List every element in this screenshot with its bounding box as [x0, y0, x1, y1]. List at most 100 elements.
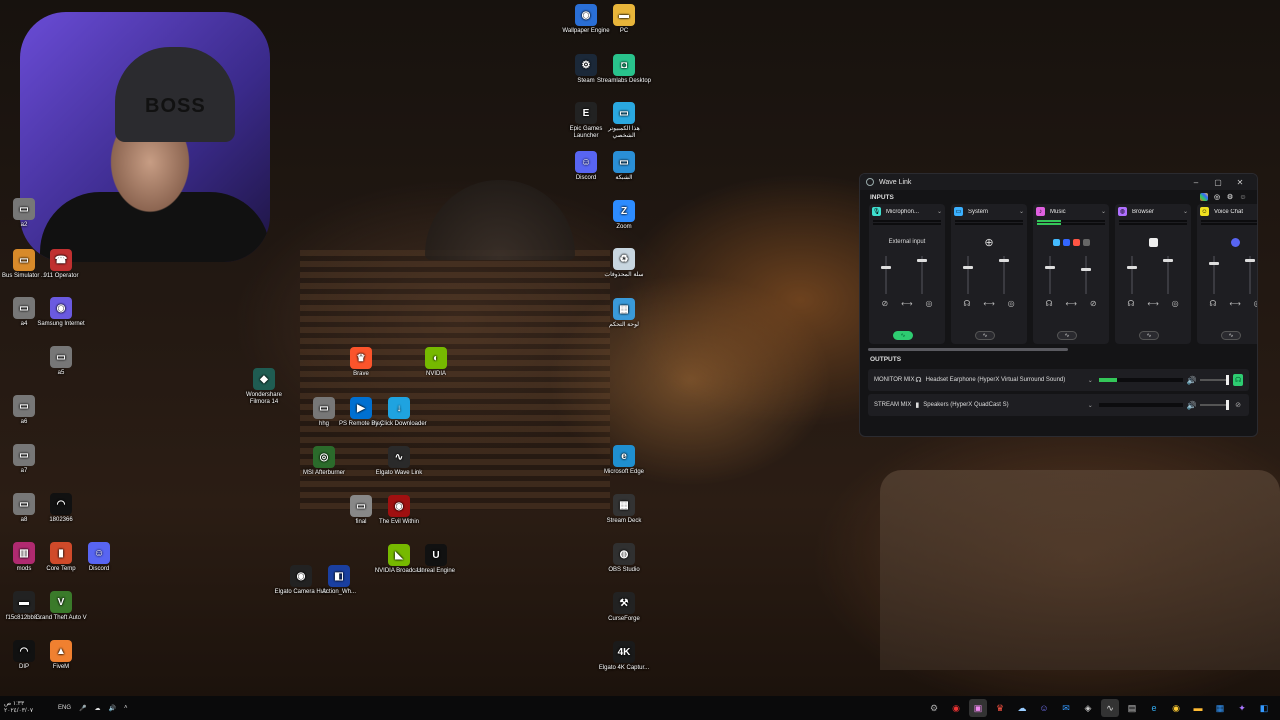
channel-header[interactable]: ☺Voice Chat⌄ [1197, 204, 1257, 219]
volume-icon[interactable]: 🔊 [1187, 376, 1197, 385]
clipchamp-taskbar-icon[interactable]: ◈ [1079, 699, 1097, 717]
link-icon[interactable]: ⟷ [1065, 299, 1076, 308]
channel-header[interactable]: ◍ Browser ⌄ [1115, 204, 1191, 219]
channel-header[interactable]: 🎙 Microphon... ⌄ [869, 204, 945, 219]
link-icon[interactable]: ⟷ [1147, 299, 1158, 308]
desktop-icon[interactable]: ◎ MSI Afterburner [296, 446, 352, 477]
desktop-icon[interactable]: ◠ 1802366 [33, 493, 89, 524]
channels-scrollbar[interactable] [868, 348, 1068, 351]
desktop-icon[interactable]: ▬ PC [596, 4, 652, 35]
stream-fader[interactable] [1245, 256, 1255, 294]
monitor-fader[interactable] [1209, 256, 1219, 294]
desktop-icon[interactable]: ☺ Discord [71, 542, 127, 573]
copilot-taskbar-icon[interactable]: ✦ [1233, 699, 1251, 717]
desktop-icon[interactable]: ◉ Samsung Internet [33, 297, 89, 328]
wave-link-window[interactable]: Wave Link – ▢ ✕ INPUTS ◎ ⚙ ☺ 🎙 Microphon.… [859, 173, 1258, 437]
link-icon[interactable]: ⟷ [983, 299, 994, 308]
gear-icon[interactable]: ⚙ [1226, 193, 1234, 201]
output-device-select[interactable]: ☊ Headset Earphone (HyperX Virtual Surrou… [915, 373, 1092, 387]
monitor-fader[interactable] [963, 256, 973, 294]
channel-header[interactable]: ▭ System ⌄ [951, 204, 1027, 219]
close-icon[interactable]: ✕ [1229, 178, 1251, 187]
output-volume-slider[interactable] [1199, 375, 1230, 385]
headphones-mute-icon[interactable]: ☊ [1045, 299, 1052, 308]
channel-source[interactable] [1037, 230, 1105, 254]
desktop-icon[interactable]: ◆ Wondershare Filmora 14 [236, 368, 292, 406]
stream-fader[interactable] [1163, 256, 1173, 294]
monitor-fader[interactable] [1045, 256, 1055, 294]
desktop-icon[interactable]: ▭ a7 [0, 444, 52, 475]
wave-taskbar-icon[interactable]: ∿ [1101, 699, 1119, 717]
channel-source[interactable]: External input [873, 230, 941, 254]
notepad-taskbar-icon[interactable]: ▤ [1123, 699, 1141, 717]
desktop-icon[interactable]: ▭ هذا الكمبيوتر الشخصي [596, 102, 652, 140]
edge-taskbar-icon[interactable]: e [1145, 699, 1163, 717]
channel-source[interactable] [1119, 230, 1187, 254]
desktop-icon[interactable]: ◧ Action_Wh... [311, 565, 367, 596]
headset-settings-icon[interactable]: ◎ [1213, 193, 1221, 201]
link-icon[interactable]: ⟷ [1229, 299, 1240, 308]
effects-toggle[interactable]: ∿ [1221, 331, 1241, 340]
desktop-icon[interactable]: ▲ FiveM [33, 640, 89, 671]
desktop-icon[interactable]: ▦ Stream Deck [596, 494, 652, 525]
desktop-icon[interactable]: e Microsoft Edge [596, 445, 652, 476]
discord-taskbar-icon[interactable]: ☺ [1035, 699, 1053, 717]
desktop-icon[interactable]: ∿ Elgato Wave Link [371, 446, 427, 477]
account-icon[interactable]: ☺ [1239, 193, 1247, 201]
store-taskbar-icon[interactable]: ▦ [1211, 699, 1229, 717]
chrome-taskbar-icon[interactable]: ◉ [1167, 699, 1185, 717]
maximize-icon[interactable]: ▢ [1207, 178, 1229, 187]
channel-source[interactable]: ⊕ [955, 230, 1023, 254]
headphones-mute-icon[interactable]: ☊ [963, 299, 970, 308]
chevron-down-icon[interactable]: ⌄ [1183, 208, 1188, 215]
broadcast-icon[interactable]: ◎ [926, 299, 933, 308]
stream-fader[interactable] [917, 256, 927, 294]
desktop-icon[interactable]: ◉ The Evil Within [371, 495, 427, 526]
desktop-icon[interactable]: ◘ Streamlabs Desktop [596, 54, 652, 85]
apps-grid-icon[interactable] [1200, 193, 1208, 201]
source-label[interactable]: External input [889, 239, 926, 245]
volume-icon[interactable]: 🔊 [1187, 401, 1197, 410]
desktop-icon[interactable]: ▭ الشبكة [596, 151, 652, 182]
taskbar-clock[interactable]: ١:٣٣ ص ٢٠٢٤/٠٣/٠٧ [0, 701, 50, 715]
cloud-taskbar-icon[interactable]: ☁ [1013, 699, 1031, 717]
desktop-icon[interactable]: ◐ NVIDIA [408, 347, 464, 378]
channel-header[interactable]: ♪ Music ⌄ [1033, 204, 1109, 219]
headphones-mute-icon[interactable]: ☊ [1209, 299, 1216, 308]
desktop-icon[interactable]: 4K Elgato 4K Captur... [596, 641, 652, 672]
record-taskbar-icon[interactable]: ◉ [947, 699, 965, 717]
desktop-icon[interactable]: ⚒ CurseForge [596, 592, 652, 623]
desktop-icon[interactable]: V Grand Theft Auto V [33, 591, 89, 622]
link-icon[interactable]: ⟷ [901, 299, 912, 308]
listen-toggle-icon[interactable]: ☊ [1233, 374, 1244, 386]
chevron-up-icon[interactable]: ˄ [124, 705, 128, 711]
desktop-icon[interactable]: ▭ a5 [33, 346, 89, 377]
language-indicator[interactable]: ENG [58, 705, 71, 711]
microphone-icon[interactable]: 🎤 [79, 705, 86, 712]
chevron-down-icon[interactable]: ⌄ [1101, 208, 1106, 215]
desktop-icon[interactable]: ▭ a6 [0, 395, 52, 426]
stream-fader[interactable] [1081, 256, 1091, 294]
desktop-icon[interactable]: ♻ سلة المحذوفات [596, 248, 652, 279]
listen-toggle-icon[interactable]: ⊘ [1233, 399, 1243, 411]
desktop-icon[interactable]: Z Zoom [596, 200, 652, 231]
headphones-mute-icon[interactable]: ☊ [1127, 299, 1134, 308]
effects-toggle[interactable]: ∿ [975, 331, 995, 340]
effects-toggle[interactable]: ∿ [1139, 331, 1159, 340]
wavelink-taskbar-icon[interactable]: ▣ [969, 699, 987, 717]
desktop-icon[interactable]: ▦ لوحة التحكم [596, 298, 652, 329]
network-icon[interactable]: ☁ [95, 705, 101, 712]
desktop-icon[interactable]: ♛ Brave [333, 347, 389, 378]
desktop-icon[interactable]: ↓ By Click Downloader [371, 397, 427, 428]
output-device-select[interactable]: ▮ Speakers (HyperX QuadCast S) ⌄ [915, 398, 1092, 412]
window-titlebar[interactable]: Wave Link – ▢ ✕ [860, 174, 1257, 190]
desktop-icon[interactable]: ◍ OBS Studio [596, 543, 652, 574]
chevron-down-icon[interactable]: ⌄ [937, 208, 942, 215]
broadcast-icon[interactable]: ◎ [1254, 299, 1257, 308]
monitor-fader[interactable] [1127, 256, 1137, 294]
chevron-down-icon[interactable]: ⌄ [1019, 208, 1024, 215]
effects-toggle[interactable]: ∿ [893, 331, 913, 340]
minimize-icon[interactable]: – [1185, 178, 1207, 187]
volume-icon[interactable]: 🔊 [109, 705, 116, 712]
outlook-taskbar-icon[interactable]: ✉ [1057, 699, 1075, 717]
